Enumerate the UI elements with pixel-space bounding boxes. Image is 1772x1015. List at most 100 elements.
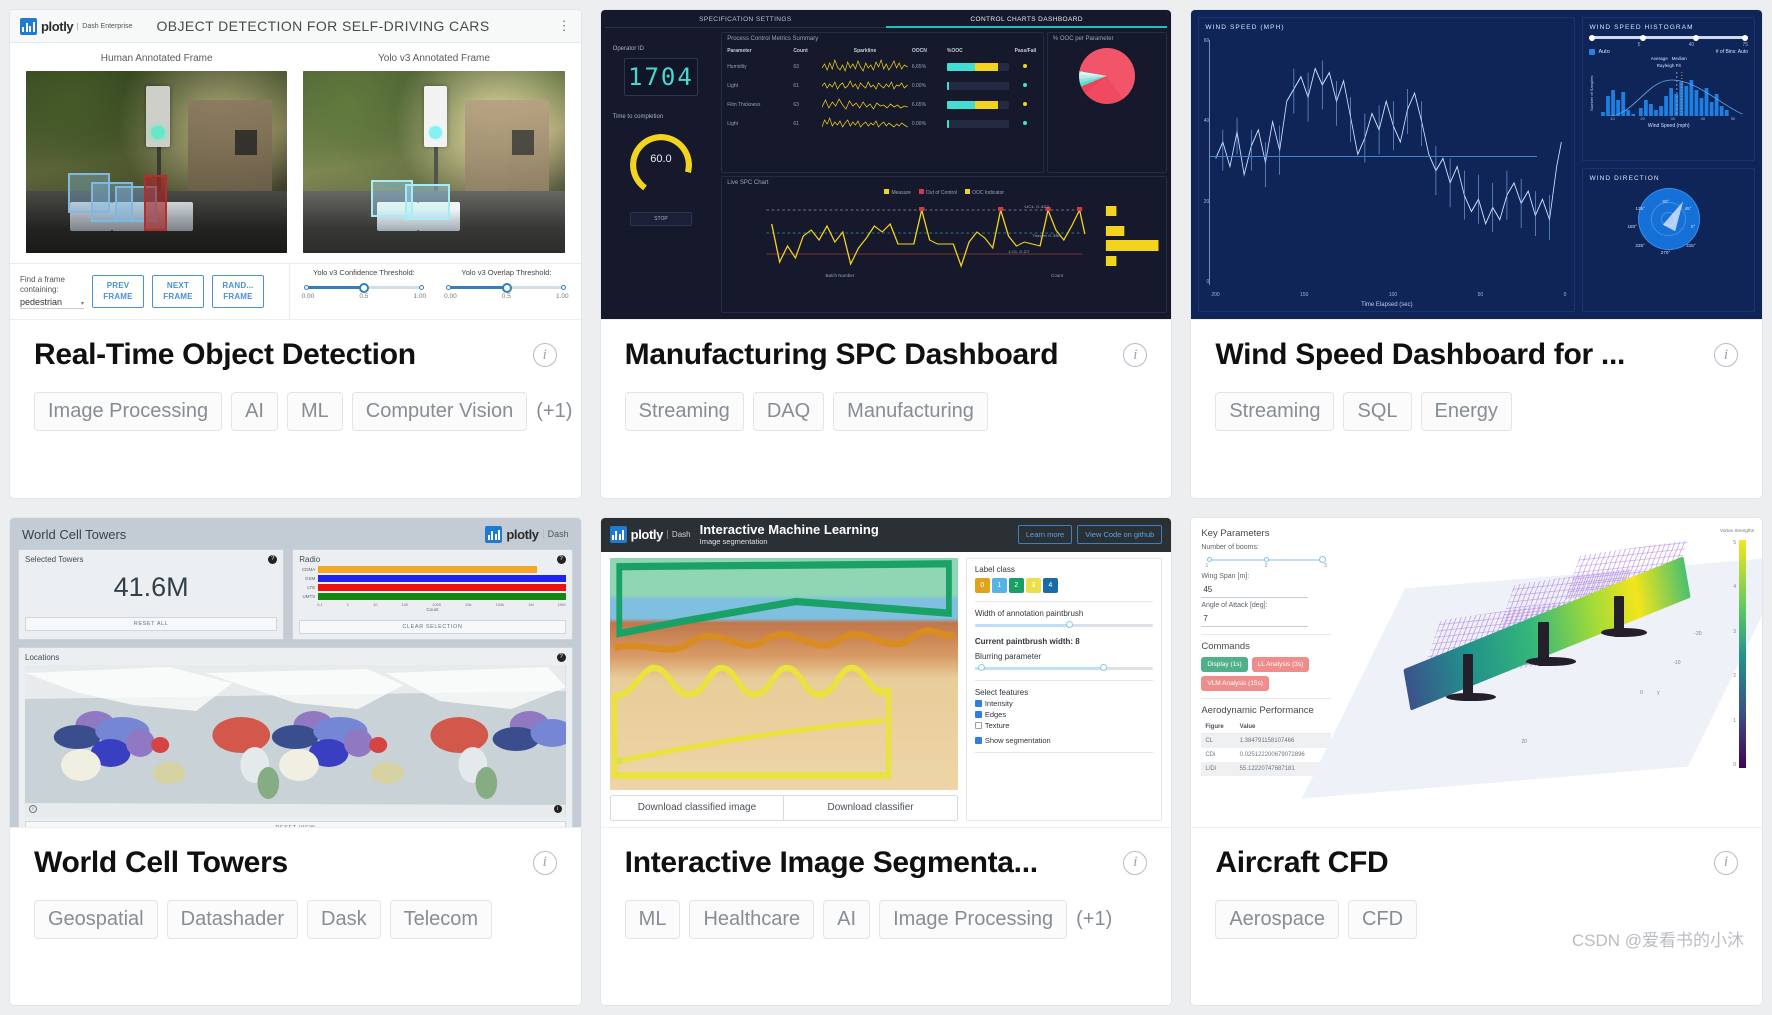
- od-pane-yolo: Yolo v3 Annotated Frame: [303, 49, 565, 263]
- tag[interactable]: Streaming: [1215, 392, 1335, 431]
- tag[interactable]: CFD: [1347, 899, 1418, 939]
- label-class-swatches: 0 1 2 3 4: [974, 577, 1154, 593]
- show-segmentation-checkbox[interactable]: Show segmentation: [974, 736, 1154, 745]
- watermark: CSDN @爱看书的小沐: [1571, 930, 1744, 950]
- bins-slider-ticks: 5 40 75: [1589, 42, 1748, 48]
- tag[interactable]: ML: [624, 899, 681, 939]
- random-frame-button[interactable]: RAND... FRAME: [212, 275, 264, 308]
- brush-width-slider[interactable]: [974, 621, 1154, 628]
- help-icon[interactable]: ?: [268, 554, 278, 564]
- tag[interactable]: Telecom: [389, 899, 493, 939]
- tab-control-charts-dashboard[interactable]: CONTROL CHARTS DASHBOARD: [886, 12, 1168, 28]
- tab-specification-settings[interactable]: SPECIFICATION SETTINGS: [604, 12, 886, 28]
- label-class-1[interactable]: 1: [991, 577, 1007, 593]
- tag[interactable]: Image Processing: [34, 392, 223, 431]
- extra-tags-count: (+1): [1076, 907, 1113, 930]
- x-tick: 40: [1700, 115, 1706, 121]
- next-frame-button[interactable]: NEXT FRAME: [152, 275, 204, 308]
- download-classified-image-button[interactable]: Download classified image: [611, 796, 784, 820]
- reset-all-button[interactable]: RESET ALL: [25, 616, 278, 631]
- col-count: Count: [793, 48, 808, 54]
- tag[interactable]: AI: [823, 899, 871, 939]
- feature-intensity-checkbox[interactable]: Intensity: [974, 699, 1154, 708]
- help-icon[interactable]: ?: [556, 554, 566, 564]
- compass-deg: 180°: [1627, 224, 1637, 230]
- app-card-aircraft-cfd[interactable]: Key Parameters Number of booms: 1 2 3 Wi…: [1190, 516, 1763, 1006]
- stop-button[interactable]: STOP: [629, 212, 692, 226]
- feature-edges-checkbox[interactable]: Edges: [974, 710, 1154, 719]
- tag[interactable]: ML: [286, 392, 343, 431]
- tag[interactable]: AI: [231, 392, 278, 431]
- radio-label: LTE: [307, 584, 316, 590]
- tag[interactable]: Aerospace: [1215, 899, 1339, 939]
- legend-average: Average: [1650, 56, 1668, 61]
- vlm-analysis-button[interactable]: VLM Analysis (15s): [1201, 675, 1269, 691]
- tag[interactable]: Geospatial: [34, 899, 158, 939]
- world-map[interactable]: ⌕ i: [25, 664, 566, 817]
- ll-analysis-button[interactable]: LL Analysis (3s): [1251, 656, 1310, 672]
- svg-text:UCL 0.422: UCL 0.422: [1025, 204, 1050, 208]
- info-icon[interactable]: i: [1123, 850, 1148, 875]
- aero-performance-table: Figure Value CL 1.384791158107466 CDi 0.…: [1201, 720, 1331, 776]
- info-icon[interactable]: i: [1123, 343, 1148, 367]
- extra-tags-count: (+1): [536, 400, 573, 422]
- app-card-world-cell-towers[interactable]: World Cell Towers plotly Dash Selected T…: [9, 516, 582, 1006]
- app-card-real-time-object-detection[interactable]: plotly Dash Enterprise OBJECT DETECTION …: [9, 9, 582, 499]
- tag[interactable]: Manufacturing: [833, 392, 988, 431]
- feature-texture-checkbox[interactable]: Texture: [974, 721, 1154, 730]
- label-class-3[interactable]: 3: [1025, 577, 1041, 593]
- map-info-icon[interactable]: i: [553, 804, 562, 813]
- od-find-label: Find a frame containing:: [20, 274, 65, 294]
- aoa-input[interactable]: 7: [1201, 611, 1308, 627]
- od-frame-dropdown[interactable]: pedestrian ▾: [20, 297, 84, 309]
- cfd-3d-view[interactable]: Vortex Strengths 5 4 3 2 1 0 -20 -10 0 y…: [1302, 526, 1762, 819]
- tag[interactable]: Streaming: [624, 392, 744, 431]
- tag[interactable]: Healthcare: [689, 899, 815, 939]
- prev-frame-button[interactable]: PREV FRAME: [92, 275, 144, 308]
- label-class-0[interactable]: 0: [974, 577, 990, 593]
- auto-bins-checkbox[interactable]: Auto: [1589, 49, 1610, 55]
- help-icon[interactable]: ?: [556, 652, 566, 662]
- info-icon[interactable]: i: [532, 343, 557, 367]
- od-app-bar: plotly Dash Enterprise OBJECT DETECTION …: [10, 10, 581, 43]
- download-classifier-button[interactable]: Download classifier: [783, 795, 957, 820]
- status-dot: [1023, 82, 1028, 87]
- wingspan-input[interactable]: 45: [1201, 582, 1308, 598]
- app-card-interactive-image-segmentation[interactable]: plotly Dash Interactive Machine Learning…: [599, 516, 1173, 1006]
- info-icon[interactable]: i: [532, 850, 557, 875]
- map-zoom-icon[interactable]: ⌕: [29, 804, 37, 813]
- overlap-max: 1.00: [556, 293, 569, 300]
- tag[interactable]: Energy: [1420, 392, 1512, 431]
- tag[interactable]: Computer Vision: [351, 392, 528, 431]
- reset-view-button[interactable]: RESET VIEW: [25, 820, 566, 827]
- overlap-threshold-slider[interactable]: Yolo v3 Overlap Threshold: 0.00 0.5 1.00: [442, 268, 571, 315]
- segmentation-canvas[interactable]: [609, 557, 958, 790]
- view-code-button[interactable]: View Code on github: [1077, 525, 1163, 544]
- booms-slider[interactable]: [1207, 556, 1327, 563]
- label-class-4[interactable]: 4: [1042, 577, 1058, 593]
- label-class-2[interactable]: 2: [1008, 577, 1024, 593]
- tag[interactable]: DAQ: [752, 392, 825, 431]
- app-card-manufacturing-spc-dashboard[interactable]: SPECIFICATION SETTINGS CONTROL CHARTS DA…: [599, 9, 1173, 499]
- booms-ticks: 1 2 3: [1201, 563, 1331, 569]
- tag[interactable]: Image Processing: [879, 899, 1068, 939]
- blur-parameter-slider[interactable]: [974, 664, 1154, 671]
- confidence-threshold-slider[interactable]: Yolo v3 Confidence Threshold: 0.00 0.5 1…: [300, 268, 429, 315]
- info-icon[interactable]: i: [1714, 850, 1738, 875]
- kebab-menu-icon[interactable]: ⋮: [558, 19, 571, 32]
- clear-selection-button[interactable]: CLEAR SELECTION: [299, 619, 566, 634]
- x-tick: 50: [1477, 292, 1484, 298]
- learn-more-button[interactable]: Learn more: [1017, 525, 1073, 544]
- boom-tick: 3: [1323, 562, 1327, 569]
- tag[interactable]: SQL: [1343, 392, 1412, 431]
- tag[interactable]: Datashader: [166, 899, 299, 939]
- bins-slider[interactable]: [1589, 34, 1748, 41]
- overlap-value: 0.5: [501, 293, 511, 300]
- summary-title: Process Control Metrics Summary: [727, 36, 819, 42]
- tag[interactable]: Dask: [307, 899, 381, 939]
- x-tick: 0: [1563, 292, 1567, 298]
- card-title: Aircraft CFD: [1215, 845, 1389, 879]
- app-card-wind-speed-dashboard[interactable]: WIND SPEED (MPH) 60 40 20 0 200 150 100 …: [1190, 9, 1763, 499]
- info-icon[interactable]: i: [1714, 343, 1738, 367]
- display-button[interactable]: Display (1s): [1201, 656, 1248, 672]
